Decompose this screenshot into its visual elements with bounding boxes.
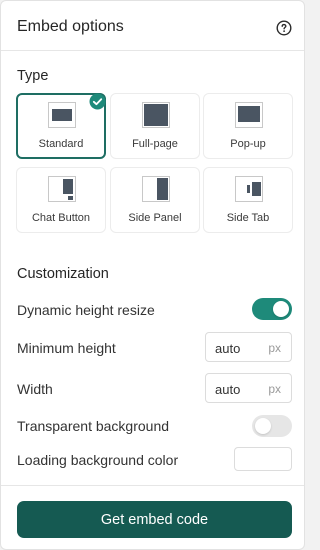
get-embed-code-button[interactable]: Get embed code [17,501,292,538]
embed-options-panel: Embed options Type Standard Full-page Po… [0,0,305,550]
panel-title: Embed options [17,18,124,35]
type-option-chat-button[interactable]: Chat Button [16,167,106,233]
type-option-standard[interactable]: Standard [16,93,106,159]
type-option-label: Chat Button [31,212,91,224]
transparent-background-label: Transparent background [17,418,170,434]
type-option-full-page[interactable]: Full-page [110,93,200,159]
loading-background-color-swatch[interactable] [234,447,292,471]
type-option-label: Standard [38,138,84,150]
side-tab-embed-icon [235,176,263,202]
type-option-label: Pop-up [230,138,266,150]
toggle-knob [273,301,289,317]
transparent-background-toggle[interactable] [252,415,292,437]
customization-heading: Customization [17,266,109,282]
side-panel-embed-icon [142,176,170,202]
minimum-height-label: Minimum height [17,340,116,356]
type-option-label: Side Tab [226,212,270,224]
type-option-label: Full-page [132,138,178,150]
panel-header: Embed options [1,1,304,51]
full-page-embed-icon [142,102,170,128]
type-heading: Type [17,68,49,84]
minimum-height-input[interactable] [215,339,263,357]
width-field: px [205,373,292,403]
dynamic-height-label: Dynamic height resize [17,302,155,318]
width-input[interactable] [215,380,263,398]
loading-background-color-label: Loading background color [17,452,179,468]
width-label: Width [17,381,53,397]
question-circle-icon[interactable] [276,20,292,36]
dynamic-height-toggle[interactable] [252,298,292,320]
type-option-pop-up[interactable]: Pop-up [203,93,293,159]
px-unit-label: px [268,341,281,355]
toggle-knob [255,418,271,434]
pop-up-embed-icon [235,102,263,128]
minimum-height-field: px [205,332,292,362]
type-option-label: Side Panel [128,212,182,224]
footer-divider [1,485,304,486]
check-circle-icon [89,93,106,110]
type-option-side-tab[interactable]: Side Tab [203,167,293,233]
chat-button-embed-icon [48,176,76,202]
px-unit-label: px [268,382,281,396]
standard-embed-icon [48,102,76,128]
type-option-side-panel[interactable]: Side Panel [110,167,200,233]
